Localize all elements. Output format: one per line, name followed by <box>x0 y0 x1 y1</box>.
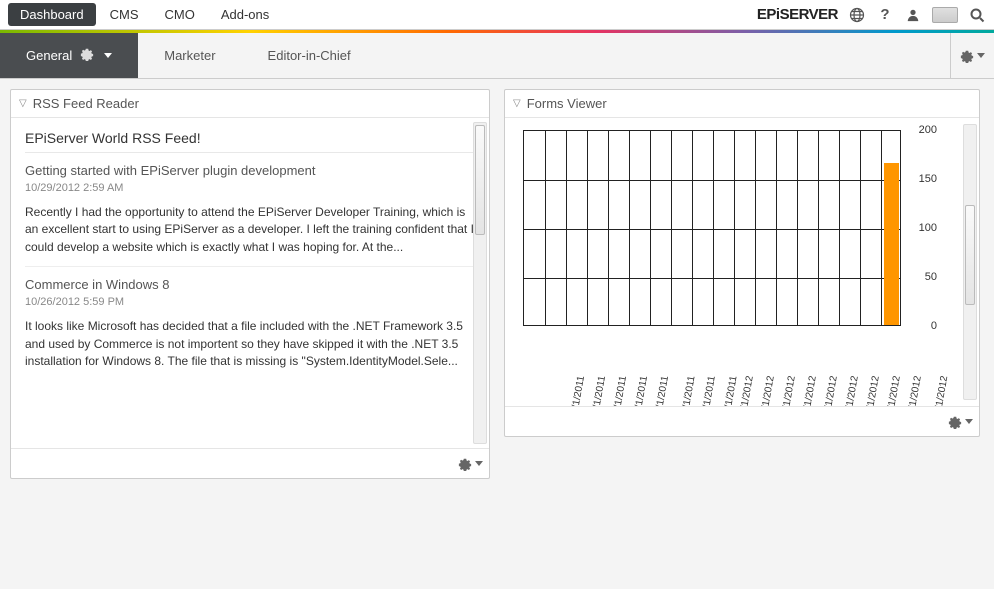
forms-widget-header[interactable]: ▽ Forms Viewer <box>505 90 979 118</box>
user-icon[interactable] <box>904 6 922 24</box>
scrollbar-thumb[interactable] <box>965 205 975 305</box>
rss-feed-title: EPiServer World RSS Feed! <box>25 124 479 153</box>
nav-dashboard[interactable]: Dashboard <box>8 3 96 26</box>
tab-marketer-label: Marketer <box>164 48 215 63</box>
dashboard-workspace: ▽ RSS Feed Reader EPiServer World RSS Fe… <box>0 79 994 589</box>
collapse-icon: ▽ <box>513 98 521 109</box>
rss-widget: ▽ RSS Feed Reader EPiServer World RSS Fe… <box>10 89 490 479</box>
rss-entry-date: 10/26/2012 5:59 PM <box>25 296 479 308</box>
nav-cmo[interactable]: CMO <box>153 3 207 26</box>
forms-chart: 050100150200 5/1/20116/1/20117/1/20118/1… <box>513 122 971 382</box>
forms-widget-body: 050100150200 5/1/20116/1/20117/1/20118/1… <box>505 118 979 406</box>
brand-logo: EPiSERVER <box>757 6 838 23</box>
dashboard-tabs: General Marketer Editor-in-Chief <box>0 33 994 79</box>
rss-widget-body: EPiServer World RSS Feed! Getting starte… <box>11 118 489 448</box>
tab-editor-in-chief[interactable]: Editor-in-Chief <box>242 33 377 78</box>
chart-bar <box>884 163 899 325</box>
chevron-down-icon <box>965 419 973 424</box>
vertical-scrollbar[interactable] <box>963 124 977 400</box>
widget-settings-button[interactable] <box>948 415 973 429</box>
rss-entry[interactable]: Commerce in Windows 8 10/26/2012 5:59 PM… <box>25 267 479 380</box>
rss-widget-header[interactable]: ▽ RSS Feed Reader <box>11 90 489 118</box>
chart-x-axis-labels: 5/1/20116/1/20117/1/20118/1/20119/1/2011… <box>523 330 901 386</box>
forms-widget: ▽ Forms Viewer 050100150200 5/1/20116/1/… <box>504 89 980 437</box>
top-right-tools: EPiSERVER ? <box>757 6 986 24</box>
tab-editor-label: Editor-in-Chief <box>268 48 351 63</box>
top-navbar: Dashboard CMS CMO Add-ons EPiSERVER ? <box>0 0 994 30</box>
tab-general-label: General <box>26 48 72 63</box>
vertical-scrollbar[interactable] <box>473 122 487 444</box>
rss-entry-excerpt: Recently I had the opportunity to attend… <box>25 204 479 256</box>
chevron-down-icon <box>977 53 985 58</box>
chart-y-axis-labels: 050100150200 <box>905 122 937 332</box>
rss-entry-title: Getting started with EPiServer plugin de… <box>25 163 479 178</box>
nav-addons[interactable]: Add-ons <box>209 3 281 26</box>
widget-settings-button[interactable] <box>458 457 483 471</box>
rss-entry-date: 10/29/2012 2:59 AM <box>25 182 479 194</box>
chevron-down-icon <box>475 461 483 466</box>
tab-marketer[interactable]: Marketer <box>138 33 241 78</box>
top-nav-items: Dashboard CMS CMO Add-ons <box>8 3 281 26</box>
tab-general[interactable]: General <box>0 33 138 78</box>
avatar[interactable] <box>932 7 958 23</box>
tabbar-settings-button[interactable] <box>950 33 994 78</box>
forms-widget-footer <box>505 406 979 436</box>
nav-cms[interactable]: CMS <box>98 3 151 26</box>
chart-grid <box>523 130 901 326</box>
rss-entry-excerpt: It looks like Microsoft has decided that… <box>25 318 479 370</box>
chevron-down-icon <box>104 53 112 58</box>
rss-entry-title: Commerce in Windows 8 <box>25 277 479 292</box>
rss-entry[interactable]: Getting started with EPiServer plugin de… <box>25 153 479 267</box>
rss-widget-footer <box>11 448 489 478</box>
collapse-icon: ▽ <box>19 98 27 109</box>
forms-widget-title: Forms Viewer <box>527 96 607 111</box>
tab-gear-icon[interactable] <box>80 47 94 64</box>
scrollbar-thumb[interactable] <box>475 125 485 235</box>
help-icon[interactable]: ? <box>876 6 894 24</box>
search-icon[interactable] <box>968 6 986 24</box>
rss-widget-title: RSS Feed Reader <box>33 96 139 111</box>
globe-icon[interactable] <box>848 6 866 24</box>
